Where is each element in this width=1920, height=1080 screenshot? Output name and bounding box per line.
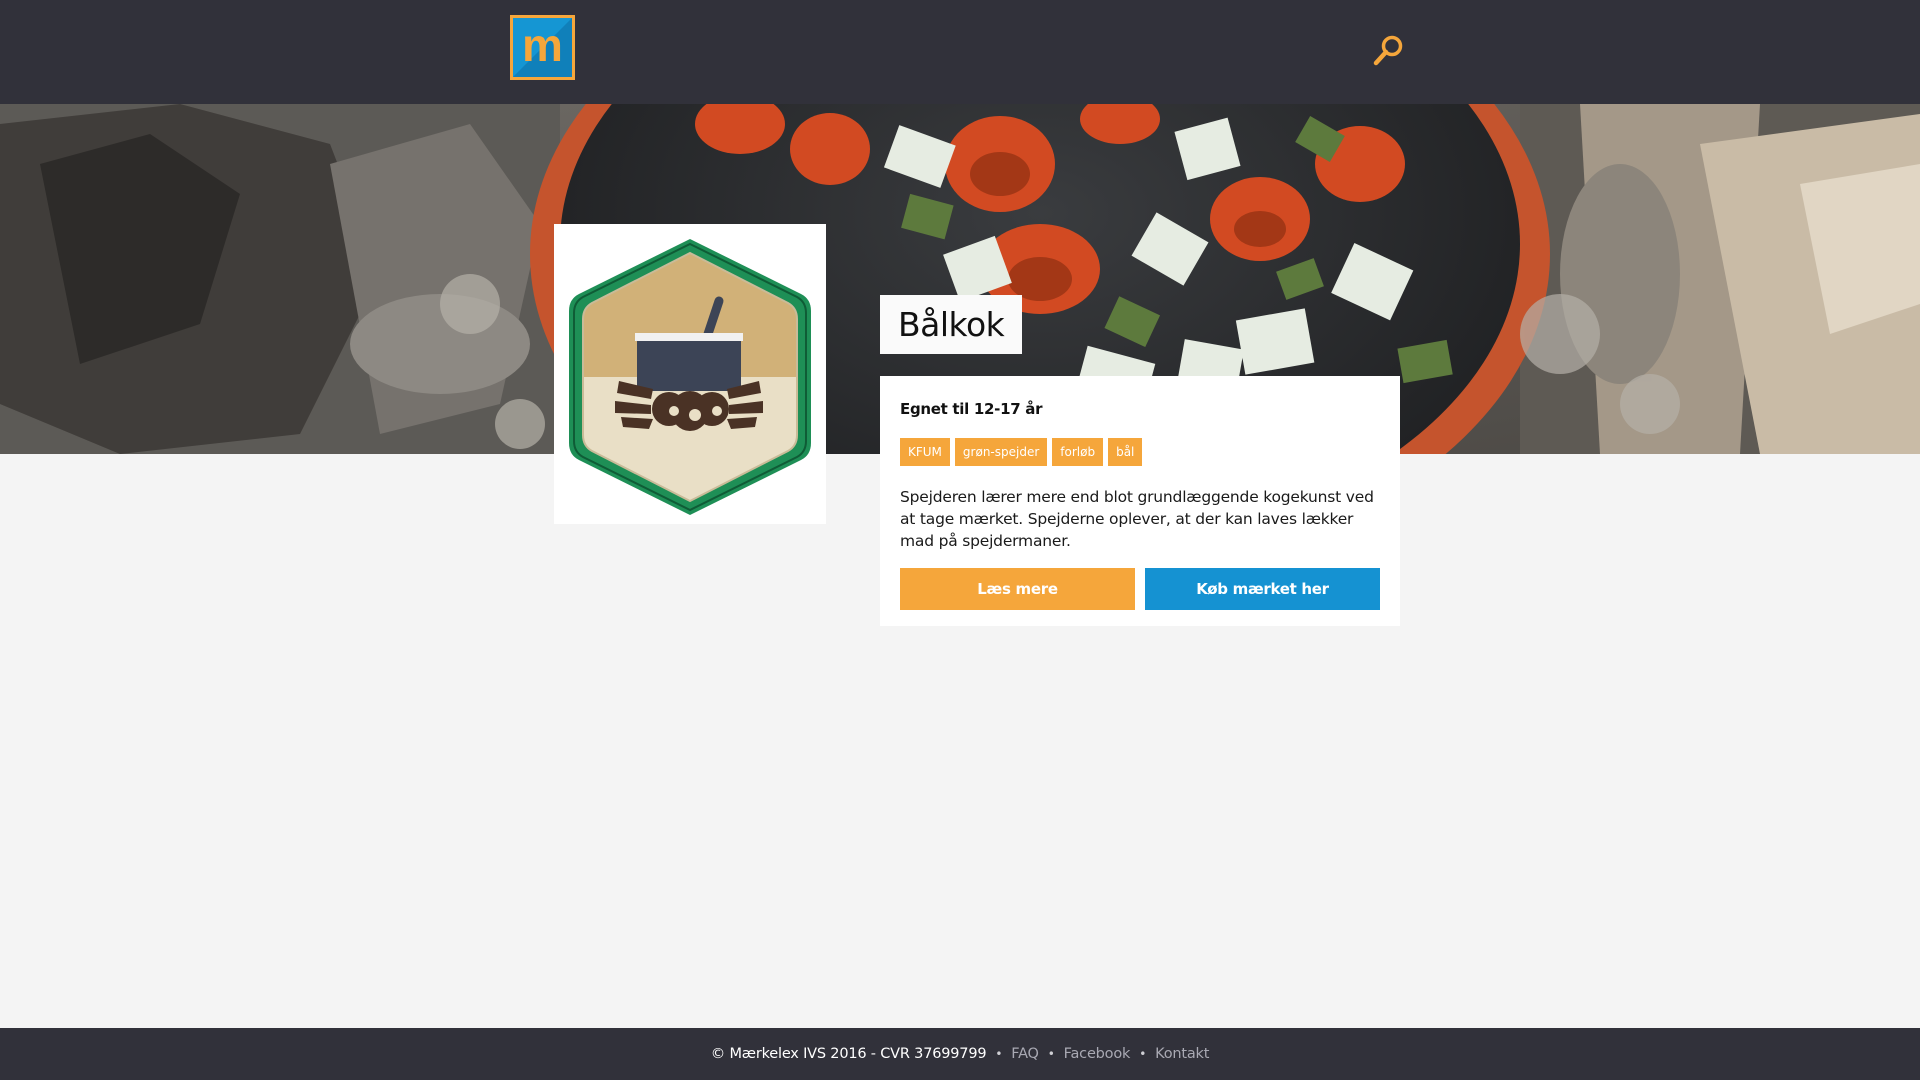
badge-title-box: Bålkok (880, 295, 1023, 354)
footer-copyright: © Mærkelex IVS 2016 - CVR 37699799 (710, 1046, 987, 1062)
tag-baal[interactable]: bål (1108, 438, 1143, 466)
footer-separator: • (995, 1047, 1003, 1061)
footer-separator: • (1047, 1047, 1055, 1061)
badge-info-panel: Egnet til 12-17 år KFUM grøn-spejder for… (880, 376, 1400, 626)
age-range-label: Egnet til 12-17 år (900, 400, 1043, 418)
badge-image (561, 231, 819, 523)
site-logo[interactable]: m (510, 15, 575, 80)
tag-kfum[interactable]: KFUM (900, 438, 950, 466)
top-navigation-bar: m (0, 0, 1920, 104)
tag-forlob[interactable]: forløb (1052, 438, 1104, 466)
footer-link-faq[interactable]: FAQ (1011, 1046, 1039, 1062)
search-icon[interactable] (1370, 32, 1408, 70)
footer-link-facebook[interactable]: Facebook (1064, 1046, 1131, 1062)
read-more-button[interactable]: Læs mere (900, 568, 1135, 610)
footer-separator: • (1139, 1047, 1147, 1061)
footer: © Mærkelex IVS 2016 - CVR 37699799 • FAQ… (0, 1028, 1920, 1080)
buy-badge-button[interactable]: Køb mærket her (1145, 568, 1380, 610)
page-title: Bålkok (898, 305, 1005, 344)
badge-image-card (554, 224, 826, 524)
tag-list: KFUM grøn-spejder forløb bål (900, 438, 1380, 466)
badge-description: Spejderen lærer mere end blot grundlægge… (900, 488, 1374, 550)
tag-gron-spejder[interactable]: grøn-spejder (954, 438, 1048, 466)
logo-letter: m (522, 19, 563, 71)
footer-link-kontakt[interactable]: Kontakt (1155, 1046, 1209, 1062)
action-buttons: Læs mere Køb mærket her (900, 568, 1380, 610)
